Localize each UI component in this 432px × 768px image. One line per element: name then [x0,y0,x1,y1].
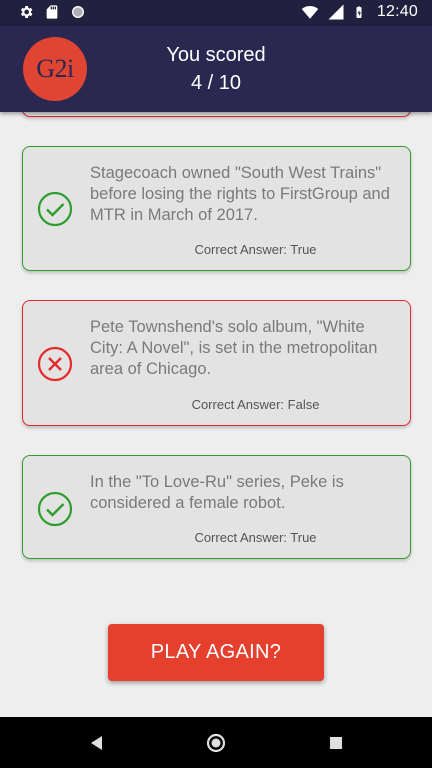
question-text: Stagecoach owned "South West Trains" bef… [90,164,390,224]
back-icon[interactable] [86,732,108,754]
gear-icon [20,6,33,18]
result-card: Pete Townshend's solo album, "White City… [22,300,411,426]
question-text: In the "To Love-Ru" series, Peke is cons… [90,473,344,512]
correct-answer: Correct Answer: True [194,530,317,545]
check-circle-icon [37,191,73,227]
result-card-partial [22,112,411,117]
result-card: In the "To Love-Ru" series, Peke is cons… [22,455,411,559]
score-value: 4 / 10 [190,72,242,94]
x-circle-icon [37,346,73,382]
recents-icon[interactable] [325,732,347,754]
result-card: Stagecoach owned "South West Trains" bef… [22,146,411,271]
status-left-icons [18,4,86,20]
correct-answer: Correct Answer: False [191,397,320,412]
correct-answer: Correct Answer: True [194,242,317,257]
battery-charging-icon [356,6,362,18]
question-text: Pete Townshend's solo album, "White City… [90,318,378,378]
system-nav-bar [0,717,432,768]
status-bar: 12:40 [0,0,432,26]
status-time: 12:40 [376,3,418,20]
sd-card-icon [46,5,58,19]
score-header: G2i You scored 4 / 10 [0,26,432,112]
results-list[interactable]: Stagecoach owned "South West Trains" bef… [0,112,432,717]
check-circle-icon [37,491,73,527]
score-title: You scored [166,44,266,66]
play-again-button[interactable]: PLAY AGAIN? [108,624,324,681]
status-right-icons: 12:40 [301,3,418,21]
circle-icon [72,6,84,18]
signal-icon [328,4,344,20]
home-icon[interactable] [205,732,227,754]
wifi-icon [301,6,319,19]
